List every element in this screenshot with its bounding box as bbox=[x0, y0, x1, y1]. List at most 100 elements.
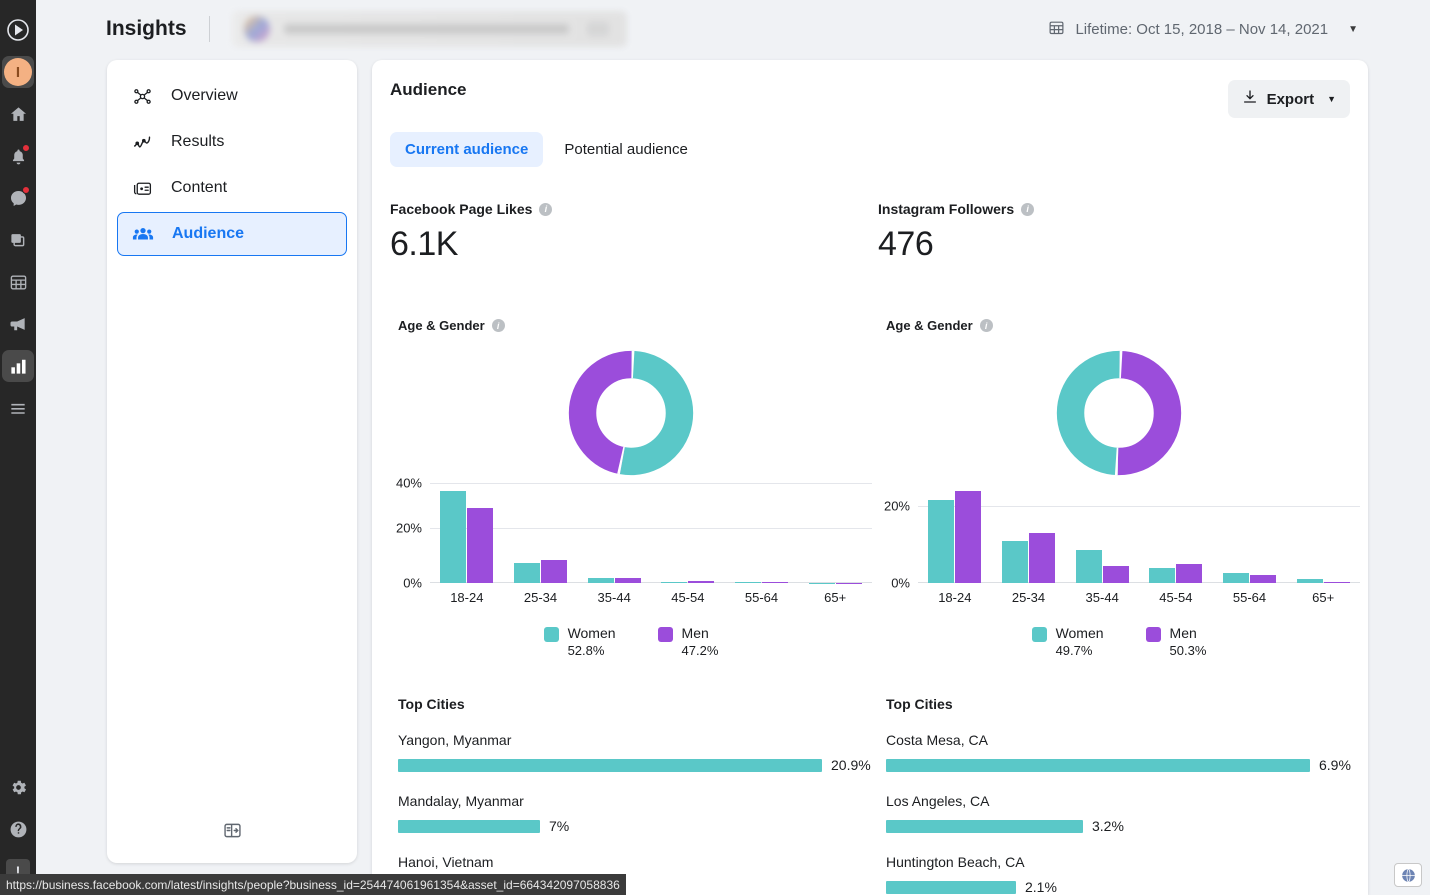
account-avatar bbox=[243, 16, 270, 42]
account-name-blurred bbox=[283, 24, 569, 34]
bar-group bbox=[1065, 483, 1139, 583]
bar-men bbox=[1029, 533, 1055, 583]
bar-women bbox=[1296, 579, 1323, 583]
xtick-label: 18-24 bbox=[938, 590, 972, 605]
calendar-icon bbox=[1048, 19, 1065, 40]
instagram-bar-groups bbox=[918, 483, 1360, 583]
megaphone-icon[interactable] bbox=[2, 308, 34, 340]
xtick-label: 35-44 bbox=[1085, 590, 1119, 605]
facebook-panel: Facebook Page Likes i 6.1K Age & Gender … bbox=[390, 167, 872, 895]
xtick-label: 35-44 bbox=[597, 590, 631, 605]
hamburger-icon[interactable] bbox=[2, 392, 34, 424]
bar-group bbox=[577, 483, 651, 583]
legend-swatch-women bbox=[1031, 627, 1047, 642]
globe-icon[interactable] bbox=[1394, 863, 1422, 887]
facebook-bars-plot-area: 40% 20% 0% bbox=[396, 476, 872, 591]
bar-chart-icon[interactable] bbox=[2, 350, 34, 382]
bar-women bbox=[440, 491, 467, 583]
xtick-label: 45-54 bbox=[1159, 590, 1193, 605]
tab-current-audience[interactable]: Current audience bbox=[390, 132, 544, 167]
xtick-label: 25-34 bbox=[1011, 590, 1046, 605]
results-line-chart-icon bbox=[131, 131, 153, 153]
bar-men bbox=[835, 582, 862, 583]
chat-badge bbox=[22, 186, 30, 194]
chat-icon[interactable] bbox=[2, 182, 34, 214]
sidebar-item-label: Audience bbox=[172, 225, 245, 242]
bar-men bbox=[688, 581, 715, 583]
facebook-top-cities-title: Top Cities bbox=[398, 696, 465, 712]
panel-collapse-icon[interactable] bbox=[217, 815, 247, 845]
legend-item-men: Men 47.2% bbox=[657, 625, 719, 658]
facebook-x-axis-labels: 18-24 25-34 35-44 45-54 55-64 65+ bbox=[430, 590, 872, 605]
legend-swatch-men bbox=[657, 627, 673, 642]
xtick-label: 55-64 bbox=[744, 590, 779, 605]
facebook-legend: Women 52.8% Men 47.2% bbox=[390, 625, 872, 658]
main-content-card: Audience Export ▼ Current audience Poten… bbox=[372, 60, 1368, 895]
account-selector[interactable] bbox=[231, 11, 627, 47]
facebook-bar-groups bbox=[430, 483, 872, 583]
meta-business-logo-icon[interactable] bbox=[2, 14, 34, 46]
info-icon[interactable]: i bbox=[539, 202, 553, 216]
export-button[interactable]: Export ▼ bbox=[1227, 80, 1350, 118]
sidebar-item-content[interactable]: Content bbox=[117, 166, 347, 210]
legend-value: 49.7% bbox=[1055, 643, 1093, 658]
city-bar-row: 3.2% bbox=[886, 818, 1360, 834]
legend-value: 47.2% bbox=[681, 643, 719, 658]
city-name: Costa Mesa, CA bbox=[886, 732, 988, 748]
city-name: Huntington Beach, CA bbox=[886, 854, 1025, 870]
main-header-row: Audience Export ▼ bbox=[372, 60, 1368, 118]
bar-women bbox=[1223, 573, 1250, 583]
xtick-label: 25-34 bbox=[523, 590, 558, 605]
pages-icon[interactable] bbox=[2, 224, 34, 256]
instagram-panel: Instagram Followers i 476 Age & Gender i bbox=[878, 167, 1360, 895]
sidebar-item-label: Overview bbox=[171, 87, 238, 104]
city-value: 7% bbox=[549, 818, 570, 834]
legend-value: 50.3% bbox=[1169, 643, 1207, 658]
xtick-label: 18-24 bbox=[450, 590, 484, 605]
facebook-metric-value: 6.1K bbox=[390, 225, 458, 263]
question-circle-icon[interactable] bbox=[2, 813, 34, 845]
bar-men bbox=[467, 508, 494, 583]
gear-icon[interactable] bbox=[2, 771, 34, 803]
legend-label: Women bbox=[1055, 625, 1104, 641]
profile-avatar[interactable]: I bbox=[2, 56, 34, 88]
city-name: Hanoi, Vietnam bbox=[398, 854, 494, 870]
instagram-age-gender-label-row: Age & Gender i bbox=[886, 318, 1360, 333]
bar-women bbox=[1075, 550, 1102, 583]
bell-icon[interactable] bbox=[2, 140, 34, 172]
bar-women bbox=[587, 578, 614, 583]
ytick-label: 40% bbox=[395, 475, 422, 491]
sidebar-item-results[interactable]: Results bbox=[117, 120, 347, 164]
facebook-gender-donut bbox=[390, 349, 872, 477]
city-bar-row: 6.9% bbox=[886, 757, 1360, 773]
bar-group bbox=[651, 483, 725, 583]
info-icon[interactable]: i bbox=[979, 319, 993, 332]
ytick-label: 0% bbox=[403, 575, 422, 591]
sidebar-item-audience[interactable]: Audience bbox=[117, 212, 347, 256]
calendar-grid-icon[interactable] bbox=[2, 266, 34, 298]
bar-men bbox=[955, 490, 982, 583]
instagram-bars-plot-area: 20% 0% bbox=[884, 483, 1360, 591]
chevron-down-icon: ▼ bbox=[1327, 94, 1336, 104]
bar-men bbox=[1102, 565, 1129, 583]
bar-women bbox=[928, 500, 955, 583]
bar-men bbox=[762, 582, 789, 583]
date-range-selector[interactable]: Lifetime: Oct 15, 2018 – Nov 14, 2021 ▼ bbox=[1048, 19, 1358, 40]
bar-group bbox=[1139, 483, 1213, 583]
left-icon-rail: I ! bbox=[0, 0, 36, 895]
xtick-label: 65+ bbox=[1312, 590, 1335, 605]
info-icon[interactable]: i bbox=[491, 319, 505, 332]
home-icon[interactable] bbox=[2, 98, 34, 130]
info-icon[interactable]: i bbox=[1021, 202, 1035, 216]
city-bar bbox=[398, 758, 822, 772]
tab-potential-audience[interactable]: Potential audience bbox=[549, 132, 702, 167]
bar-women bbox=[1149, 567, 1176, 583]
city-bar-row: 2.1% bbox=[886, 879, 1360, 895]
city-bar-row: 7% bbox=[398, 818, 872, 834]
city-value: 6.9% bbox=[1319, 757, 1351, 773]
legend-item-women: Women 49.7% bbox=[1031, 625, 1104, 658]
city-bar bbox=[886, 819, 1083, 833]
panels-row: Facebook Page Likes i 6.1K Age & Gender … bbox=[372, 167, 1368, 895]
sidebar-item-label: Results bbox=[171, 133, 225, 150]
sidebar-item-overview[interactable]: Overview bbox=[117, 74, 347, 118]
